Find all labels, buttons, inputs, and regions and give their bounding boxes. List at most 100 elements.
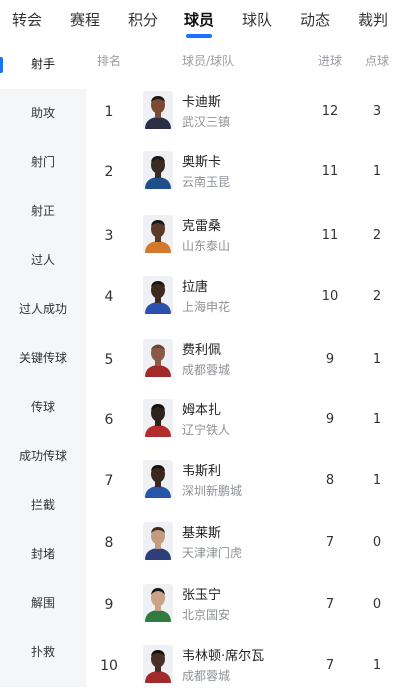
sidebar-item-label: 扑救 xyxy=(30,645,55,659)
sidebar-item-assists[interactable]: 助攻 xyxy=(0,89,86,138)
tab-teams[interactable]: 球队 xyxy=(234,0,280,40)
table-row[interactable]: 7 韦斯利 深圳新鹏城 8 1 xyxy=(86,451,400,511)
player-team: 上海申花 xyxy=(182,300,231,314)
active-category-indicator xyxy=(0,57,3,73)
sidebar-item-label: 助攻 xyxy=(30,106,55,120)
sidebar-item-label: 射正 xyxy=(30,204,55,218)
player-avatar xyxy=(143,215,173,253)
header-player-team: 球员/球队 xyxy=(182,54,235,68)
goals-value: 10 xyxy=(321,289,339,304)
player-avatar xyxy=(143,584,173,622)
player-name[interactable]: 克雷桑 xyxy=(182,215,221,234)
penalties-value: 2 xyxy=(372,228,382,243)
penalties-value: 1 xyxy=(372,164,382,179)
player-avatar xyxy=(143,151,173,189)
player-avatar xyxy=(143,399,173,437)
header-penalties: 点球 xyxy=(364,54,389,68)
sidebar-item-successful-passes[interactable]: 成功传球 xyxy=(0,432,86,481)
player-avatar xyxy=(143,522,173,560)
goals-value: 9 xyxy=(325,352,335,367)
sidebar-item-key-passes[interactable]: 关键传球 xyxy=(0,334,86,383)
row-rank: 2 xyxy=(104,164,114,180)
sidebar-item-label: 过人 xyxy=(30,253,55,267)
sidebar-item-passes[interactable]: 传球 xyxy=(0,383,86,432)
row-rank: 3 xyxy=(104,228,114,244)
player-name[interactable]: 张玉宁 xyxy=(182,584,221,603)
goals-value: 11 xyxy=(321,228,339,243)
sidebar-item-shots[interactable]: 射门 xyxy=(0,138,86,187)
sidebar-item-label: 过人成功 xyxy=(18,302,67,316)
penalties-value: 1 xyxy=(372,658,382,673)
row-rank: 10 xyxy=(100,658,118,674)
player-avatar xyxy=(143,339,173,377)
goals-value: 9 xyxy=(325,412,335,427)
penalties-value: 3 xyxy=(372,104,382,119)
tab-transfer[interactable]: 转会 xyxy=(4,0,50,40)
sidebar-item-label: 封堵 xyxy=(30,547,55,561)
sidebar-item-shots-on-target[interactable]: 射正 xyxy=(0,187,86,236)
player-name[interactable]: 韦斯利 xyxy=(182,460,221,479)
penalties-value: 2 xyxy=(372,289,382,304)
player-avatar xyxy=(143,645,173,683)
table-row[interactable]: 8 基莱斯 天津津门虎 7 0 xyxy=(86,513,400,573)
row-rank: 8 xyxy=(104,535,114,551)
player-team: 成都蓉城 xyxy=(182,669,231,683)
sidebar-item-dribbles[interactable]: 过人 xyxy=(0,236,86,285)
penalties-value: 1 xyxy=(372,412,382,427)
tab-news[interactable]: 动态 xyxy=(292,0,338,40)
player-name[interactable]: 奥斯卡 xyxy=(182,151,221,170)
penalties-value: 0 xyxy=(372,597,382,612)
player-name[interactable]: 费利佩 xyxy=(182,339,221,358)
table-row[interactable]: 10 韦林顿·席尔瓦 成都蓉城 7 1 xyxy=(86,636,400,696)
sidebar-item-label: 射门 xyxy=(30,155,55,169)
header-goals: 进球 xyxy=(317,54,342,68)
sidebar-item-clearances[interactable]: 解围 xyxy=(0,579,86,628)
table-row[interactable]: 3 克雷桑 山东泰山 11 2 xyxy=(86,206,400,266)
active-tab-indicator xyxy=(186,34,212,38)
sidebar-item-scorers[interactable]: 射手 xyxy=(0,40,86,89)
player-name[interactable]: 韦林顿·席尔瓦 xyxy=(182,645,264,664)
goals-value: 7 xyxy=(325,658,335,673)
goals-value: 7 xyxy=(325,597,335,612)
sidebar-item-blocks[interactable]: 封堵 xyxy=(0,530,86,579)
sidebar-item-label: 关键传球 xyxy=(18,351,67,365)
player-avatar xyxy=(143,460,173,498)
player-team: 云南玉昆 xyxy=(182,175,231,189)
penalties-value: 0 xyxy=(372,535,382,550)
stat-category-sidebar: 射手 助攻 射门 射正 过人 过人成功 关键传球 传球 成功传球 拦截 封堵 解… xyxy=(0,40,86,687)
goals-value: 8 xyxy=(325,473,335,488)
table-row[interactable]: 1 卡迪斯 武汉三镇 12 3 xyxy=(86,82,400,142)
player-team: 山东泰山 xyxy=(182,239,231,253)
table-row[interactable]: 6 姆本扎 辽宁铁人 9 1 xyxy=(86,390,400,450)
sidebar-item-successful-dribbles[interactable]: 过人成功 xyxy=(0,285,86,334)
player-team: 天津津门虎 xyxy=(182,546,243,560)
player-team: 深圳新鹏城 xyxy=(182,484,243,498)
table-header: 排名 球员/球队 进球 点球 xyxy=(86,40,400,82)
player-name[interactable]: 姆本扎 xyxy=(182,399,221,418)
table-row[interactable]: 2 奥斯卡 云南玉昆 11 1 xyxy=(86,142,400,202)
sidebar-item-label: 传球 xyxy=(30,400,55,414)
player-team: 北京国安 xyxy=(182,608,231,622)
top-tab-bar: 转会 赛程 积分 球员 球队 动态 裁判 xyxy=(0,0,400,40)
goals-value: 12 xyxy=(321,104,339,119)
sidebar-item-label: 射手 xyxy=(30,57,55,71)
table-row[interactable]: 5 费利佩 成都蓉城 9 1 xyxy=(86,330,400,390)
sidebar-item-label: 拦截 xyxy=(30,498,55,512)
table-row[interactable]: 4 拉唐 上海申花 10 2 xyxy=(86,267,400,327)
tab-referees[interactable]: 裁判 xyxy=(350,0,396,40)
sidebar-item-label: 解围 xyxy=(30,596,55,610)
player-team: 成都蓉城 xyxy=(182,363,231,377)
player-name[interactable]: 基莱斯 xyxy=(182,522,221,541)
row-rank: 9 xyxy=(104,597,114,613)
goals-value: 11 xyxy=(321,164,339,179)
tab-standings[interactable]: 积分 xyxy=(120,0,166,40)
sidebar-item-saves[interactable]: 扑救 xyxy=(0,628,86,677)
player-name[interactable]: 拉唐 xyxy=(182,276,208,295)
player-avatar xyxy=(143,276,173,314)
sidebar-item-interceptions[interactable]: 拦截 xyxy=(0,481,86,530)
table-row[interactable]: 9 张玉宁 北京国安 7 0 xyxy=(86,575,400,635)
row-rank: 5 xyxy=(104,352,114,368)
penalties-value: 1 xyxy=(372,352,382,367)
tab-schedule[interactable]: 赛程 xyxy=(62,0,108,40)
player-name[interactable]: 卡迪斯 xyxy=(182,91,221,110)
